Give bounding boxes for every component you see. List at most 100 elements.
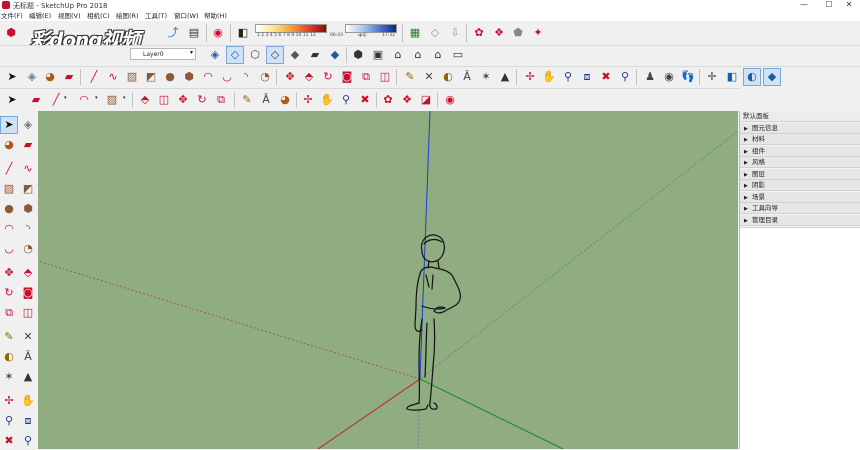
eraser-icon[interactable]: ▰ bbox=[61, 69, 77, 85]
arc-icon[interactable]: ◠ bbox=[76, 92, 92, 108]
circle-icon[interactable]: ● bbox=[1, 201, 17, 217]
dynamic-components-icon[interactable]: ✦ bbox=[530, 25, 546, 41]
rotate-icon[interactable]: ↻ bbox=[320, 69, 336, 85]
sandbox-icon[interactable]: ⬟ bbox=[510, 25, 526, 41]
top-view-icon[interactable]: ▣ bbox=[370, 47, 386, 63]
wireframe-icon[interactable]: ⬡ bbox=[247, 47, 263, 63]
paint-bucket-icon[interactable]: ◕ bbox=[42, 69, 58, 85]
rotate-icon[interactable]: ↻ bbox=[1, 285, 17, 301]
polygon-icon[interactable]: ⬢ bbox=[181, 69, 197, 85]
monochrome-icon[interactable]: ◆ bbox=[327, 47, 343, 63]
toggle-shadows-icon[interactable]: ◧ bbox=[235, 25, 251, 41]
layout-icon[interactable]: ◪ bbox=[418, 92, 434, 108]
freehand-icon[interactable]: ∿ bbox=[20, 161, 36, 177]
look-around-icon[interactable]: ◉ bbox=[661, 69, 677, 85]
rotated-rectangle-icon[interactable]: ◩ bbox=[143, 69, 159, 85]
shadow-time-slider[interactable] bbox=[345, 24, 397, 33]
follow-me-icon[interactable]: ◙ bbox=[339, 69, 355, 85]
back-edges-icon[interactable]: ◇ bbox=[226, 46, 244, 64]
3d-warehouse-icon[interactable]: ✿ bbox=[380, 92, 396, 108]
make-component-icon[interactable]: ◈ bbox=[24, 69, 40, 85]
zoom-extents-icon[interactable]: ✖ bbox=[598, 69, 614, 85]
zoom-window-icon[interactable]: ⧈ bbox=[20, 413, 36, 429]
tray-item-layers[interactable]: ▶ 图层 bbox=[740, 169, 860, 180]
chevron-down-icon[interactable]: ▾ bbox=[95, 95, 98, 101]
3d-text-icon[interactable]: ▲ bbox=[497, 69, 513, 85]
share-component-icon[interactable]: ◇ bbox=[427, 25, 443, 41]
tape-measure-icon[interactable]: ✎ bbox=[402, 69, 418, 85]
menu-edit[interactable]: 编辑(E) bbox=[29, 11, 51, 21]
shaded-icon[interactable]: ◆ bbox=[287, 47, 303, 63]
protractor-icon[interactable]: ◐ bbox=[1, 349, 17, 365]
iso-view-icon[interactable]: ⬢ bbox=[350, 47, 366, 63]
pan-icon[interactable]: ✋ bbox=[319, 92, 335, 108]
tray-item-materials[interactable]: ▶ 材料 bbox=[740, 134, 860, 145]
person-figure[interactable] bbox=[406, 234, 461, 411]
tray-item-instructor[interactable]: ▶ 工具向导 bbox=[740, 203, 860, 214]
rectangle-icon[interactable]: ▨ bbox=[104, 92, 120, 108]
select-icon[interactable]: ➤ bbox=[4, 92, 20, 108]
menu-window[interactable]: 窗口(W) bbox=[174, 11, 199, 21]
zoom-extents-icon[interactable]: ✖ bbox=[1, 433, 17, 449]
rotate-icon[interactable]: ↻ bbox=[194, 92, 210, 108]
rectangle-icon[interactable]: ▨ bbox=[124, 69, 140, 85]
three-point-arc-icon[interactable]: ◝ bbox=[238, 69, 254, 85]
previous-view-icon[interactable]: ⚲ bbox=[617, 69, 633, 85]
move-icon[interactable]: ✥ bbox=[175, 92, 191, 108]
two-point-arc-icon[interactable]: ◝ bbox=[20, 221, 36, 237]
extension-manager-icon[interactable]: ◉ bbox=[442, 92, 458, 108]
offset-icon[interactable]: ◫ bbox=[377, 69, 393, 85]
orbit-icon[interactable]: ✢ bbox=[300, 92, 316, 108]
shaded-textures-icon[interactable]: ▰ bbox=[307, 47, 323, 63]
eraser-icon[interactable]: ▰ bbox=[20, 137, 36, 153]
share-model-icon[interactable]: ⤴ bbox=[165, 25, 181, 41]
extension-warehouse-icon[interactable]: ⇩ bbox=[447, 25, 463, 41]
3d-text-icon[interactable]: ▲ bbox=[20, 369, 36, 385]
hidden-line-icon[interactable]: ◇ bbox=[266, 46, 284, 64]
offset-icon[interactable]: ◫ bbox=[156, 92, 172, 108]
dimension-icon[interactable]: ✕ bbox=[20, 329, 36, 345]
tray-item-scenes[interactable]: ▶ 场景 bbox=[740, 192, 860, 203]
text-icon[interactable]: Ā bbox=[459, 69, 475, 85]
shadow-settings-icon[interactable]: ◉ bbox=[210, 25, 226, 41]
pan-icon[interactable]: ✋ bbox=[541, 69, 557, 85]
menu-camera[interactable]: 相机(C) bbox=[87, 11, 110, 21]
push-pull-icon[interactable]: ⬘ bbox=[20, 265, 36, 281]
text-icon[interactable]: Ā bbox=[20, 349, 36, 365]
offset-icon[interactable]: ◫ bbox=[20, 305, 36, 321]
tray-item-outliner[interactable]: ▶ 管理目录 bbox=[740, 215, 860, 226]
xray-icon[interactable]: ◈ bbox=[207, 47, 223, 63]
tray-item-shadows[interactable]: ▶ 阴影 bbox=[740, 180, 860, 191]
getting-started-icon[interactable]: ⬢ bbox=[3, 25, 19, 41]
menu-tools[interactable]: 工具(T) bbox=[145, 11, 167, 21]
axes-icon[interactable]: ✶ bbox=[1, 369, 17, 385]
scale-icon[interactable]: ⧉ bbox=[1, 305, 17, 321]
back-view-icon[interactable]: ⌂ bbox=[430, 47, 446, 63]
extension-warehouse-icon[interactable]: ❖ bbox=[399, 92, 415, 108]
zoom-icon[interactable]: ⚲ bbox=[560, 69, 576, 85]
move-icon[interactable]: ✥ bbox=[282, 69, 298, 85]
menu-help[interactable]: 帮助(H) bbox=[204, 11, 227, 21]
select-icon[interactable]: ➤ bbox=[4, 69, 20, 85]
ruby-console-icon[interactable]: ❖ bbox=[491, 25, 507, 41]
maximize-button[interactable]: ☐ bbox=[818, 0, 840, 11]
tray-item-styles[interactable]: ▶ 风格 bbox=[740, 157, 860, 168]
protractor-icon[interactable]: ◐ bbox=[440, 69, 456, 85]
front-view-icon[interactable]: ⌂ bbox=[390, 47, 406, 63]
paint-bucket-icon[interactable]: ◕ bbox=[1, 137, 17, 153]
arc-icon[interactable]: ◠ bbox=[1, 221, 17, 237]
3d-warehouse-icon[interactable]: ▦ bbox=[407, 25, 423, 41]
make-component-icon[interactable]: ◈ bbox=[20, 117, 36, 133]
three-point-arc-icon[interactable]: ◡ bbox=[1, 241, 17, 257]
move-icon[interactable]: ✥ bbox=[1, 265, 17, 281]
pie-icon[interactable]: ◔ bbox=[20, 241, 36, 257]
previous-view-icon[interactable]: ⚲ bbox=[20, 433, 36, 449]
chevron-down-icon[interactable]: ▾ bbox=[64, 95, 67, 101]
paint-bucket-icon[interactable]: ◕ bbox=[277, 92, 293, 108]
rectangle-icon[interactable]: ▨ bbox=[1, 181, 17, 197]
right-view-icon[interactable]: ⌂ bbox=[410, 47, 426, 63]
menu-view[interactable]: 视图(V) bbox=[58, 11, 81, 21]
zoom-icon[interactable]: ⚲ bbox=[338, 92, 354, 108]
push-pull-icon[interactable]: ⬘ bbox=[301, 69, 317, 85]
chevron-down-icon[interactable]: ▾ bbox=[123, 95, 126, 101]
